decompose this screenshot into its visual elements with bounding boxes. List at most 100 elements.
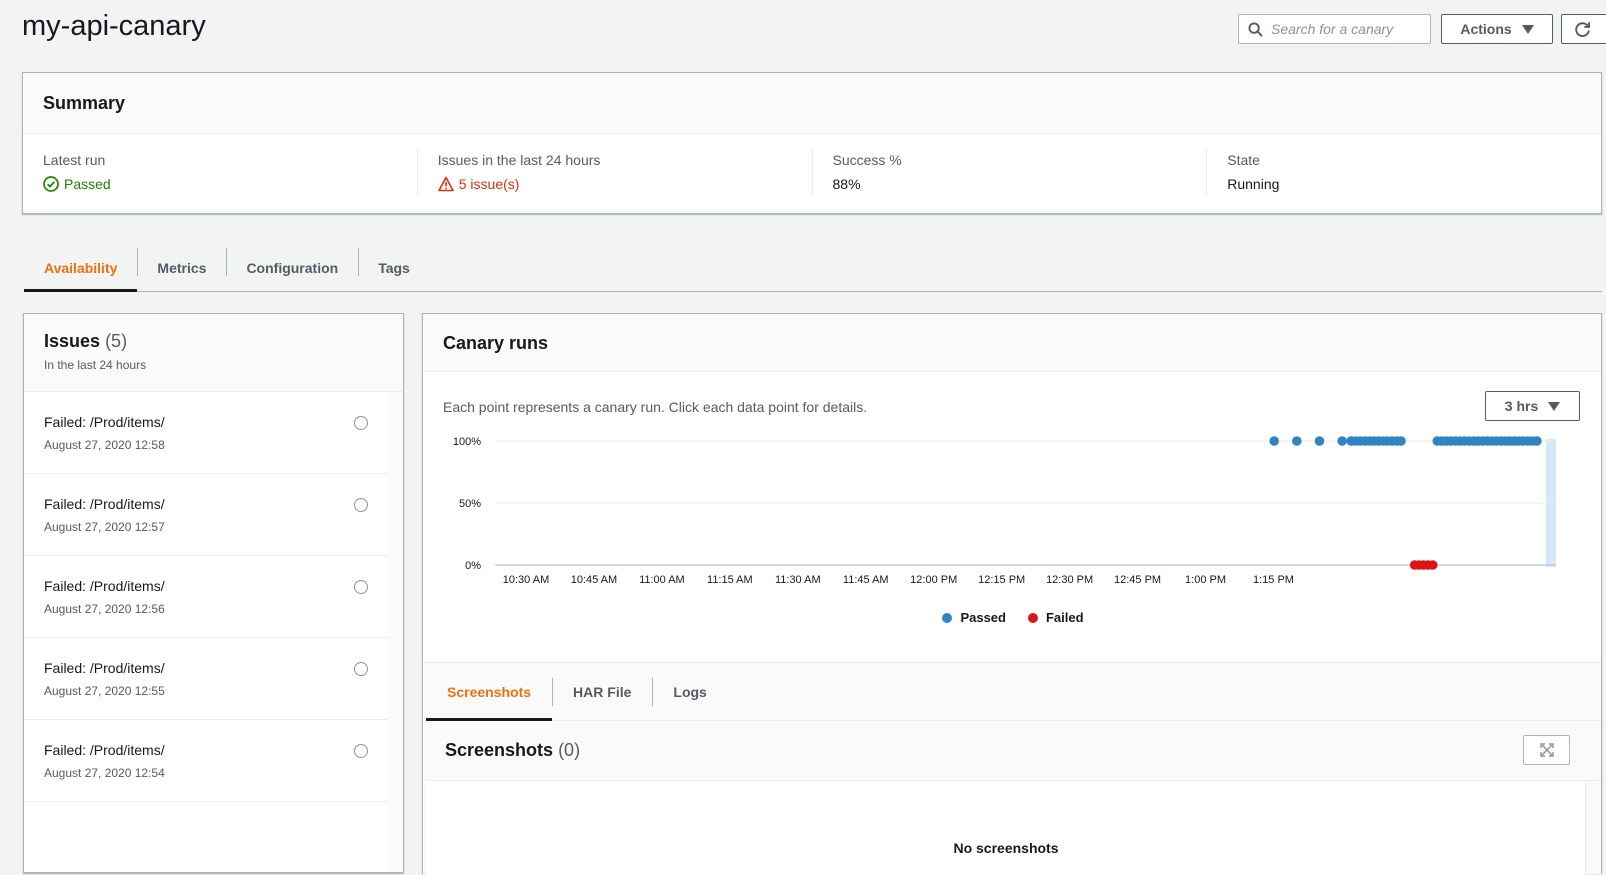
expand-button[interactable]	[1523, 735, 1570, 765]
issue-name: Failed: /Prod/items/	[44, 578, 165, 594]
x-tick-label: 11:00 AM	[639, 574, 685, 586]
time-range-label: 3 hrs	[1504, 398, 1539, 414]
y-tick-label: 50%	[459, 498, 481, 510]
data-point-passed[interactable]	[1337, 436, 1347, 446]
caret-down-icon	[1548, 401, 1561, 411]
main-tabs: Availability Metrics Configuration Tags	[24, 245, 1602, 292]
data-point-passed[interactable]	[1314, 436, 1325, 446]
tab-availability[interactable]: Availability	[24, 245, 138, 292]
issue-radio[interactable]	[354, 498, 368, 512]
canary-runs-chart: 0% 50% 100% 10:30 AM 10:45 AM 11:00 AM 11:15 A…	[453, 436, 1556, 586]
tab-tags[interactable]: Tags	[358, 245, 430, 291]
issue-name: Failed: /Prod/items/	[44, 660, 165, 676]
x-tick-label: 10:45 AM	[571, 574, 617, 586]
caret-down-icon	[1521, 24, 1534, 34]
y-tick-label: 0%	[465, 560, 481, 572]
issues-list: Failed: /Prod/items/ August 27, 2020 12:…	[24, 392, 389, 872]
actions-label: Actions	[1460, 21, 1512, 37]
issue-name: Failed: /Prod/items/	[44, 414, 165, 430]
latest-run-label: Latest run	[43, 152, 106, 168]
issue-item[interactable]: Failed: /Prod/items/ August 27, 2020 12:…	[24, 474, 388, 556]
issue-radio[interactable]	[354, 580, 368, 594]
x-tick-label: 10:30 AM	[503, 574, 549, 586]
x-tick-label: 1:15 PM	[1253, 574, 1294, 586]
x-tick-label: 12:00 PM	[910, 574, 957, 586]
x-tick-label: 12:30 PM	[1046, 574, 1093, 586]
issues-column: Issues in the last 24 hours 5 issue(s)	[416, 148, 812, 196]
data-point-passed[interactable]	[1269, 436, 1279, 446]
y-tick-label: 100%	[453, 436, 481, 448]
issue-date: August 27, 2020 12:56	[44, 602, 165, 616]
tab-screenshots[interactable]: Screenshots	[426, 663, 553, 721]
data-point-passed[interactable]	[1396, 436, 1406, 446]
x-tick-label: 12:45 PM	[1114, 574, 1161, 586]
legend-passed-label: Passed	[960, 610, 1006, 625]
issue-item[interactable]: Failed: /Prod/items/ August 27, 2020 12:…	[24, 638, 388, 720]
actions-button[interactable]: Actions	[1441, 14, 1553, 44]
issues-count-link[interactable]: 5 issue(s)	[459, 176, 520, 192]
tab-configuration[interactable]: Configuration	[226, 245, 358, 291]
x-tick-label: 11:30 AM	[775, 574, 821, 586]
refresh-button[interactable]	[1561, 14, 1606, 44]
latest-run-status: Passed	[64, 176, 111, 192]
issues-title-text: Issues	[44, 331, 101, 351]
x-tick-label: 1:00 PM	[1185, 574, 1226, 586]
state-column: State Running	[1206, 148, 1601, 196]
x-tick-label: 11:15 AM	[707, 574, 753, 586]
chart-legend: Passed Failed	[423, 610, 1603, 625]
tab-har-file[interactable]: HAR File	[552, 663, 652, 720]
latest-run-column: Latest run Passed	[23, 148, 417, 196]
tab-logs[interactable]: Logs	[652, 663, 727, 720]
canary-runs-panel: Canary runs Each point represents a cana…	[422, 313, 1603, 875]
legend-passed-marker	[942, 612, 953, 623]
canary-search-field[interactable]	[1238, 14, 1431, 44]
legend-passed[interactable]: Passed	[942, 610, 1006, 625]
success-label: Success %	[832, 152, 902, 168]
warning-icon	[437, 176, 454, 192]
canary-runs-description: Each point represents a canary run. Clic…	[443, 399, 868, 415]
refresh-icon	[1574, 21, 1590, 37]
screenshots-body: No screenshots	[426, 781, 1586, 875]
summary-title: Summary	[23, 73, 1601, 134]
empty-state-text: No screenshots	[953, 840, 1059, 856]
time-range-dropdown[interactable]: 3 hrs	[1485, 391, 1580, 421]
issue-radio[interactable]	[354, 662, 368, 676]
tab-metrics[interactable]: Metrics	[137, 245, 226, 291]
issue-item[interactable]: Failed: /Prod/items/ August 27, 2020 12:…	[24, 720, 388, 802]
artifact-tabs: Screenshots HAR File Logs	[426, 663, 1601, 721]
issue-name: Failed: /Prod/items/	[44, 496, 165, 512]
issues-scrollbar[interactable]	[388, 392, 403, 872]
x-tick-label: 12:15 PM	[978, 574, 1025, 586]
state-label: State	[1227, 152, 1260, 168]
screenshots-count: (0)	[558, 740, 581, 760]
issue-item[interactable]: Failed: /Prod/items/ August 27, 2020 12:…	[24, 392, 388, 474]
issues-subtitle: In the last 24 hours	[44, 358, 147, 372]
issue-date: August 27, 2020 12:55	[44, 684, 165, 698]
legend-failed[interactable]: Failed	[1027, 610, 1084, 625]
search-input[interactable]	[1271, 21, 1421, 37]
issues-panel: Issues (5) In the last 24 hours Failed: …	[23, 313, 404, 873]
legend-failed-marker	[1027, 612, 1038, 623]
page-title: my-api-canary	[22, 10, 206, 42]
issue-item[interactable]: Failed: /Prod/items/ August 27, 2020 12:…	[24, 556, 388, 638]
data-point-passed[interactable]	[1532, 436, 1542, 446]
data-point-passed[interactable]	[1292, 436, 1302, 446]
check-circle-icon	[43, 176, 59, 192]
screenshots-header: Screenshots (0)	[426, 721, 1601, 781]
issue-date: August 27, 2020 12:54	[44, 766, 165, 780]
issue-radio[interactable]	[354, 744, 368, 758]
issues-title: Issues (5)	[44, 331, 383, 352]
legend-failed-label: Failed	[1045, 610, 1084, 625]
issue-date: August 27, 2020 12:57	[44, 520, 165, 534]
success-value: 88%	[832, 176, 861, 192]
state-value: Running	[1227, 176, 1280, 192]
issues-count: (5)	[105, 331, 128, 351]
canary-runs-title: Canary runs	[423, 314, 1601, 372]
run-artifacts-section: Screenshots HAR File Logs Screenshots (0…	[423, 662, 1601, 875]
success-column: Success % 88%	[811, 148, 1207, 196]
summary-panel: Summary Latest run Passed Issues in the …	[22, 72, 1602, 214]
data-point-failed[interactable]	[1427, 560, 1438, 570]
issue-name: Failed: /Prod/items/	[44, 742, 165, 758]
search-icon	[1248, 21, 1263, 37]
issue-radio[interactable]	[354, 416, 368, 430]
